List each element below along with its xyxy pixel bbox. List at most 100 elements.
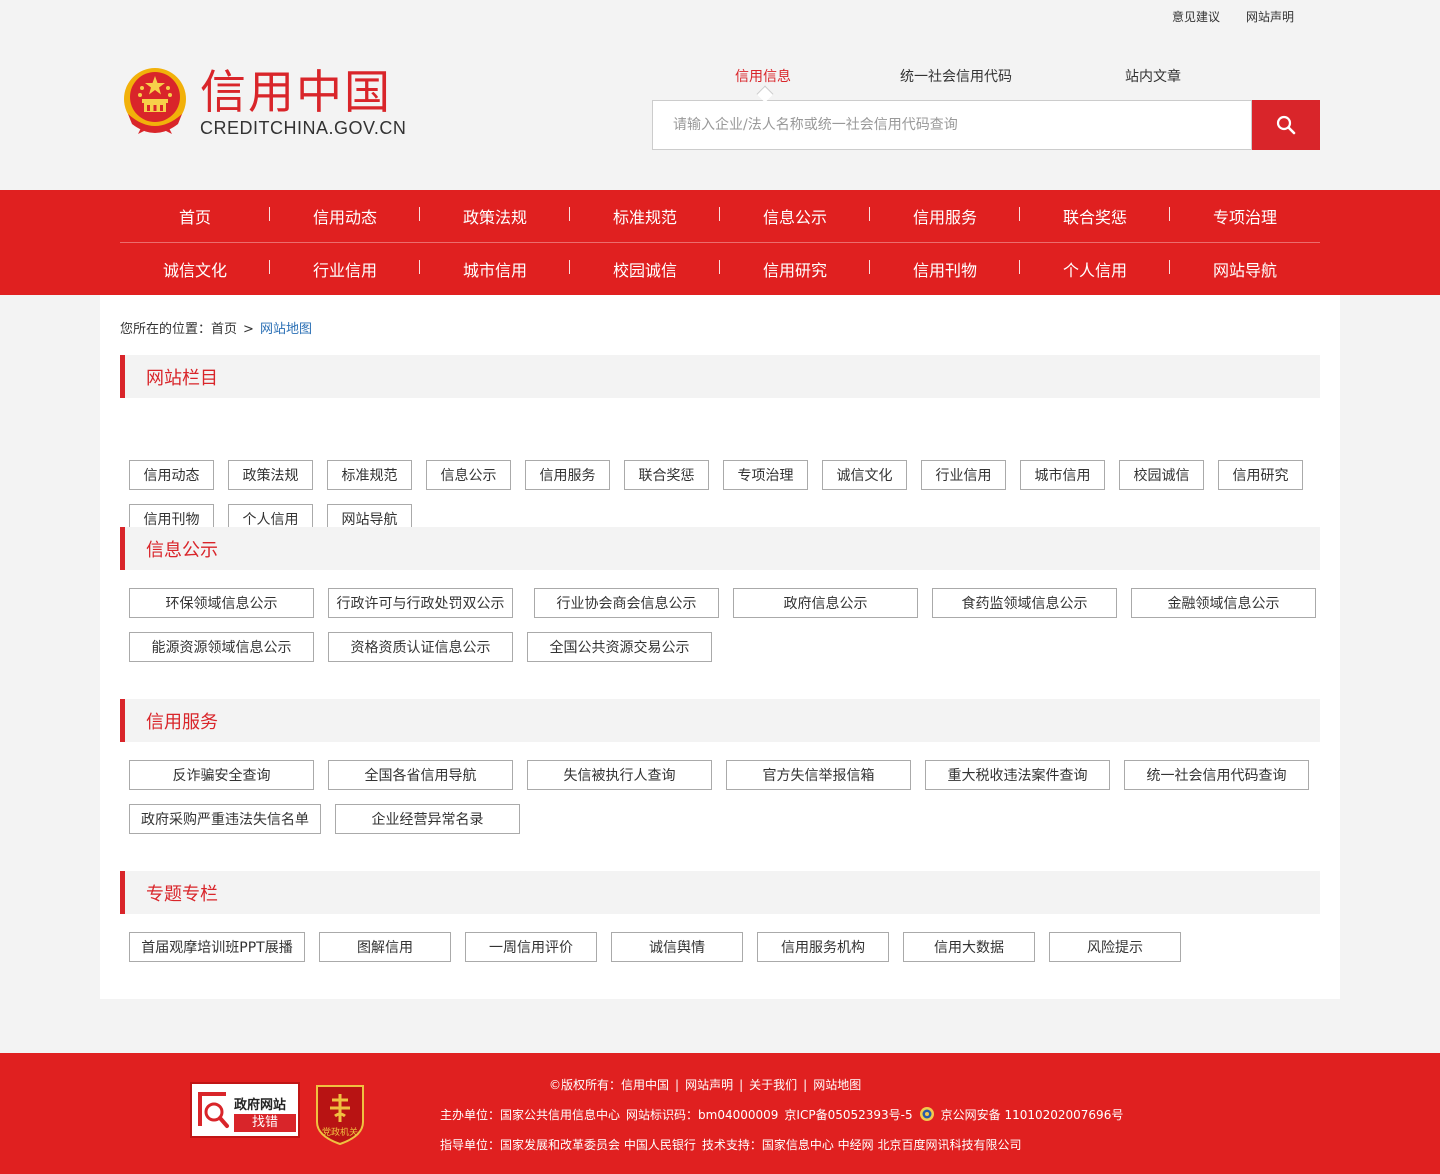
tag-link[interactable]: 信息公示 [426, 460, 511, 490]
gov-badge-title: 政府网站 [234, 1098, 287, 1113]
tag-link[interactable]: 首届观摩培训班PPT展播 [129, 932, 305, 962]
nav-item-credit-research[interactable]: 信用研究 [720, 257, 870, 281]
tag-link[interactable]: 全国公共资源交易公示 [527, 632, 712, 662]
tag-link[interactable]: 全国各省信用导航 [328, 760, 513, 790]
nav-item-home[interactable]: 首页 [120, 204, 270, 228]
tag-link[interactable]: 联合奖惩 [624, 460, 709, 490]
search-button[interactable] [1252, 100, 1320, 150]
nav-item-integrity-culture[interactable]: 诚信文化 [120, 257, 270, 281]
guide-label: 指导单位： [440, 1138, 501, 1152]
nav-item-credit-service[interactable]: 信用服务 [870, 204, 1020, 228]
tag-link[interactable]: 统一社会信用代码查询 [1124, 760, 1309, 790]
footer: 政府网站 找错 党政机关 ©版权所有：信用中国 | 网站声明 | 关于我们 | 网站地图 主… [0, 1053, 1440, 1174]
party-badge-label: 党政机关 [322, 1126, 358, 1138]
tag-link[interactable]: 失信被执行人查询 [527, 760, 712, 790]
search-tabs: 信用信息 统一社会信用代码 站内文章 [652, 66, 1320, 86]
top-links: 意见建议 网站声明 [1172, 8, 1294, 25]
tech-support: 技术支持：国家信息中心 中经网 北京百度网讯科技有限公司 [701, 1138, 1022, 1152]
tag-link[interactable]: 标准规范 [327, 460, 412, 490]
tag-link[interactable]: 专项治理 [723, 460, 808, 490]
nav-item-campus-integrity[interactable]: 校园诚信 [570, 257, 720, 281]
footer-link-creditchina[interactable]: 信用中国 [621, 1078, 669, 1092]
nav-item-info-disclosure[interactable]: 信息公示 [720, 204, 870, 228]
nav-item-site-navigation[interactable]: 网站导航 [1170, 257, 1320, 281]
site-id: 网站标识码：bm04000009 [626, 1108, 779, 1122]
gov-website-error-report-badge[interactable]: 政府网站 找错 [190, 1082, 300, 1138]
national-emblem-icon [124, 68, 186, 134]
nav-item-policy[interactable]: 政策法规 [420, 204, 570, 228]
tag-link[interactable]: 行政许可与行政处罚双公示 [328, 588, 513, 618]
main-nav: 首页 信用动态 政策法规 标准规范 信息公示 信用服务 联合奖惩 专项治理 诚信… [0, 190, 1440, 295]
breadcrumb-home[interactable]: 首页 [211, 322, 237, 337]
tab-credit-code[interactable]: 统一社会信用代码 [900, 66, 1012, 86]
section-title: 信息公示 [120, 527, 1320, 570]
nav-item-personal-credit[interactable]: 个人信用 [1020, 257, 1170, 281]
tag-link[interactable]: 诚信文化 [822, 460, 907, 490]
search-input[interactable] [653, 101, 1251, 149]
tag-link[interactable]: 信用大数据 [903, 932, 1035, 962]
section-site-columns: 网站栏目 信用动态 政策法规 标准规范 信息公示 信用服务 联合奖惩 专项治理 … [120, 355, 1320, 534]
footer-link-about[interactable]: 关于我们 [749, 1078, 797, 1092]
tag-link[interactable]: 信用动态 [129, 460, 214, 490]
section-title: 网站栏目 [120, 355, 1320, 398]
tag-link[interactable]: 风险提示 [1049, 932, 1181, 962]
nav-row-2: 诚信文化 行业信用 城市信用 校园诚信 信用研究 信用刊物 个人信用 网站导航 [120, 243, 1320, 295]
tag-link[interactable]: 环保领域信息公示 [129, 588, 314, 618]
tag-link[interactable]: 重大税收违法案件查询 [925, 760, 1110, 790]
nav-item-credit-news[interactable]: 信用动态 [270, 204, 420, 228]
section-info-disclosure: 信息公示 环保领域信息公示 行政许可与行政处罚双公示 行业协会商会信息公示 政府… [120, 527, 1320, 662]
tag-link[interactable]: 食药监领域信息公示 [932, 588, 1117, 618]
tag-link[interactable]: 诚信舆情 [611, 932, 743, 962]
tag-link[interactable]: 政策法规 [228, 460, 313, 490]
tab-credit-info[interactable]: 信用信息 [735, 66, 791, 86]
footer-link-statement[interactable]: 网站声明 [685, 1078, 733, 1092]
tag-link[interactable]: 资格资质认证信息公示 [328, 632, 513, 662]
party-government-badge[interactable]: 党政机关 [313, 1082, 367, 1146]
tab-site-articles[interactable]: 站内文章 [1125, 66, 1181, 86]
footer-link-sitemap[interactable]: 网站地图 [813, 1078, 861, 1092]
footer-copyright: ©版权所有：信用中国 | 网站声明 | 关于我们 | 网站地图 [549, 1078, 862, 1092]
logo-title: 信用中国 [200, 65, 392, 119]
tag-link[interactable]: 能源资源领域信息公示 [129, 632, 314, 662]
tag-link[interactable]: 一周信用评价 [465, 932, 597, 962]
magnifier-icon [198, 1092, 229, 1128]
tag-link[interactable]: 行业协会商会信息公示 [534, 588, 719, 618]
nav-item-city-credit[interactable]: 城市信用 [420, 257, 570, 281]
police-record[interactable]: 京公网安备 11010202007696号 [941, 1108, 1124, 1122]
tag-link[interactable]: 反诈骗安全查询 [129, 760, 314, 790]
copyright-label: ©版权所有： [549, 1078, 622, 1092]
tag-link[interactable]: 信用研究 [1218, 460, 1303, 490]
main-content: 您所在的位置：首页 > 网站地图 网站栏目 信用动态 政策法规 标准规范 信息公示 … [100, 295, 1340, 999]
tag-link[interactable]: 金融领域信息公示 [1131, 588, 1316, 618]
nav-item-special-governance[interactable]: 专项治理 [1170, 204, 1320, 228]
statement-link[interactable]: 网站声明 [1246, 8, 1294, 25]
tag-link[interactable]: 校园诚信 [1119, 460, 1204, 490]
icp-number[interactable]: 京ICP备05052393号-5 [784, 1108, 912, 1122]
nav-item-industry-credit[interactable]: 行业信用 [270, 257, 420, 281]
logo-subtitle: CREDITCHINA.GOV.CN [200, 118, 407, 138]
tag-link[interactable]: 城市信用 [1020, 460, 1105, 490]
tag-link[interactable]: 图解信用 [319, 932, 451, 962]
breadcrumb-current[interactable]: 网站地图 [260, 322, 312, 337]
tag-link[interactable]: 企业经营异常名录 [335, 804, 520, 834]
nav-item-standards[interactable]: 标准规范 [570, 204, 720, 228]
tag-link[interactable]: 信用服务 [525, 460, 610, 490]
tag-link[interactable]: 行业信用 [921, 460, 1006, 490]
nav-item-credit-publications[interactable]: 信用刊物 [870, 257, 1020, 281]
guide-orgs: 国家发展和改革委员会 中国人民银行 [500, 1138, 696, 1152]
breadcrumb-label: 您所在的位置： [120, 322, 212, 337]
section-credit-service: 信用服务 反诈骗安全查询 全国各省信用导航 失信被执行人查询 官方失信举报信箱 … [120, 699, 1320, 834]
feedback-link[interactable]: 意见建议 [1172, 8, 1220, 25]
site-logo[interactable]: 信用中国 CREDITCHINA.GOV.CN [120, 62, 406, 142]
section-special-topics: 专题专栏 首届观摩培训班PPT展播 图解信用 一周信用评价 诚信舆情 信用服务机… [120, 871, 1320, 962]
tag-link[interactable]: 政府采购严重违法失信名单 [129, 804, 321, 834]
police-badge-icon [919, 1107, 934, 1121]
host-org: 国家公共信用信息中心 [500, 1108, 621, 1122]
section-title: 信用服务 [120, 699, 1320, 742]
nav-row-1: 首页 信用动态 政策法规 标准规范 信息公示 信用服务 联合奖惩 专项治理 [120, 190, 1320, 243]
tag-link[interactable]: 官方失信举报信箱 [726, 760, 911, 790]
tag-link[interactable]: 政府信息公示 [733, 588, 918, 618]
nav-item-rewards-penalties[interactable]: 联合奖惩 [1020, 204, 1170, 228]
tag-link[interactable]: 信用服务机构 [757, 932, 889, 962]
gov-badge-subtitle: 找错 [234, 1114, 296, 1132]
